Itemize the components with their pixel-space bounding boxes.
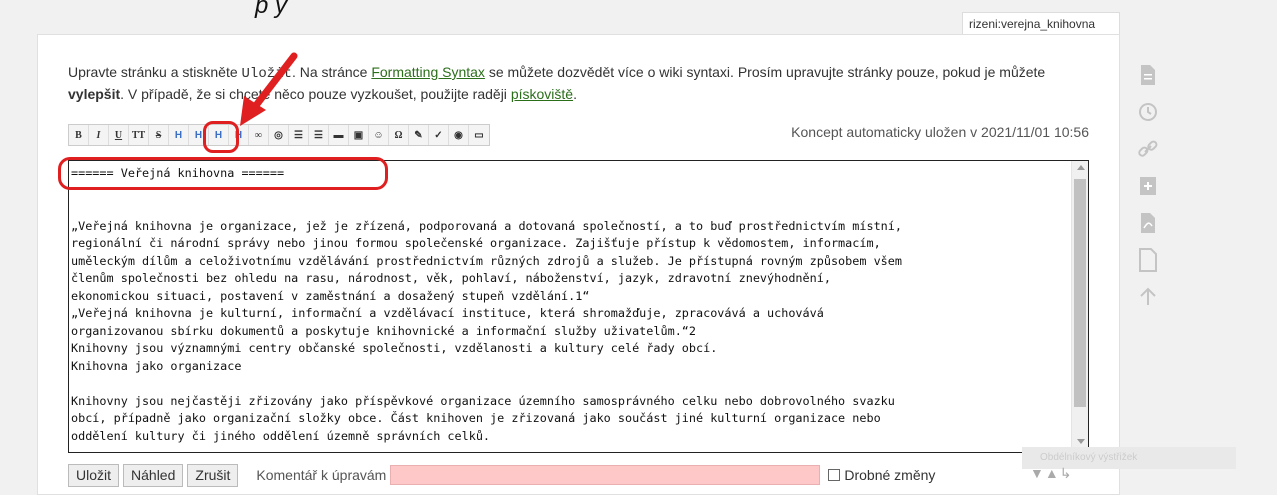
intro-text-2: . Na stránce [291, 64, 372, 80]
snip-move-icon: ▼▲↳ [1030, 465, 1073, 481]
minor-edit-label: Drobné změny [844, 467, 936, 483]
plugin-button-1[interactable]: ✎ [409, 125, 429, 145]
editor-line: organizovanou sbírku dokumentů a poskytu… [71, 323, 697, 338]
save-button[interactable]: Uložit [68, 463, 120, 487]
horizontal-rule-button[interactable]: ▬ [329, 125, 349, 145]
editor-line: Knihovna jako organizace [71, 358, 242, 373]
preview-button[interactable]: Náhled [123, 463, 184, 487]
same-level-heading-button[interactable]: H [169, 125, 189, 145]
editor-line: „Veřejná knihovna je kulturní, informačn… [71, 306, 824, 320]
cancel-button[interactable]: Zrušit [187, 463, 239, 487]
annotation-circle-toolbar [203, 121, 239, 153]
editor-line: regionální či národní správy nebo jinou … [71, 236, 881, 250]
pdf-export-icon[interactable] [1128, 208, 1168, 238]
page-tools [1128, 60, 1168, 319]
intro-text-5: . [573, 86, 577, 102]
editor-line: členům společnosti bez ohledu na rasu, n… [71, 271, 831, 285]
show-page-icon[interactable] [1128, 60, 1168, 90]
editor-content[interactable]: ====== Veřejná knihovna ====== „Veřejná … [71, 165, 1071, 445]
summary-input[interactable] [390, 465, 821, 485]
minor-edit-checkbox[interactable] [828, 469, 841, 481]
intro-text-3: se můžete dozvědět více o wiki syntaxi. … [484, 64, 1046, 80]
revisions-icon[interactable] [1128, 97, 1168, 127]
editor-line: Knihovny jsou významnými centry občanské… [71, 341, 718, 355]
autosave-status: Koncept automaticky uložen v 2021/11/01 … [791, 124, 1089, 140]
editor-line: „Veřejná knihovna je organizace, jež je … [71, 218, 902, 233]
editor-line: ekonomickou situaci, postavení v zaměstn… [71, 288, 590, 303]
bookmark-add-icon[interactable] [1128, 171, 1168, 201]
smileys-button[interactable]: ☺ [369, 125, 389, 145]
media-button[interactable]: ▣ [349, 125, 369, 145]
editor-scrollbar[interactable] [1071, 161, 1088, 452]
edit-intro-text: Upravte stránku a stiskněte Uložit. Na s… [68, 62, 1098, 104]
plugin-button-2[interactable]: ✓ [429, 125, 449, 145]
editor-line: Knihovny jsou nejčastěji zřizovány jako … [71, 393, 895, 408]
scroll-up-icon[interactable] [1077, 165, 1085, 170]
sandbox-link[interactable]: pískoviště [511, 86, 573, 102]
editor-line: oddělení kultury či jiného oddělení územ… [71, 428, 491, 443]
scroll-down-icon[interactable] [1077, 439, 1085, 444]
edit-bottom-bar: Uložit Náhled Zrušit Komentář k úpravám … [68, 463, 935, 487]
cropped-heading-text: p y [255, 0, 288, 19]
monospace-button[interactable]: TT [129, 125, 149, 145]
editor-line: obcí, případně jako organizační složky o… [71, 411, 881, 425]
intro-text-1: Upravte stránku a stiskněte [68, 64, 242, 80]
new-page-icon[interactable] [1128, 245, 1168, 275]
editor-line: uměleckým dílům a celoživotnímu vzdělává… [71, 253, 902, 268]
back-to-top-icon[interactable] [1128, 282, 1168, 312]
annotation-arrow-icon [240, 52, 298, 126]
annotation-circle-heading [58, 157, 388, 190]
intro-text-4: . V případě, že si chcete něco pouze vyz… [120, 86, 511, 102]
minor-edit-option[interactable]: Drobné změny [828, 467, 935, 483]
signature-button[interactable]: ▭ [469, 125, 489, 145]
italic-button[interactable]: I [89, 125, 109, 145]
strike-button[interactable]: S [149, 125, 169, 145]
underline-button[interactable]: U [109, 125, 129, 145]
bold-button[interactable]: B [69, 125, 89, 145]
scroll-thumb[interactable] [1074, 179, 1086, 407]
formatting-syntax-link[interactable]: Formatting Syntax [371, 64, 485, 80]
unordered-list-button[interactable]: ☰ [309, 125, 329, 145]
special-chars-button[interactable]: Ω [389, 125, 409, 145]
backlinks-icon[interactable] [1128, 134, 1168, 164]
summary-label: Komentář k úpravám [256, 467, 387, 483]
plugin-button-3[interactable]: ◉ [449, 125, 469, 145]
intro-improve-word: vylepšit [68, 86, 121, 102]
page-id-label: rizeni:verejna_knihovna [962, 12, 1120, 35]
wiki-text-editor[interactable]: ====== Veřejná knihovna ====== „Veřejná … [68, 160, 1089, 453]
